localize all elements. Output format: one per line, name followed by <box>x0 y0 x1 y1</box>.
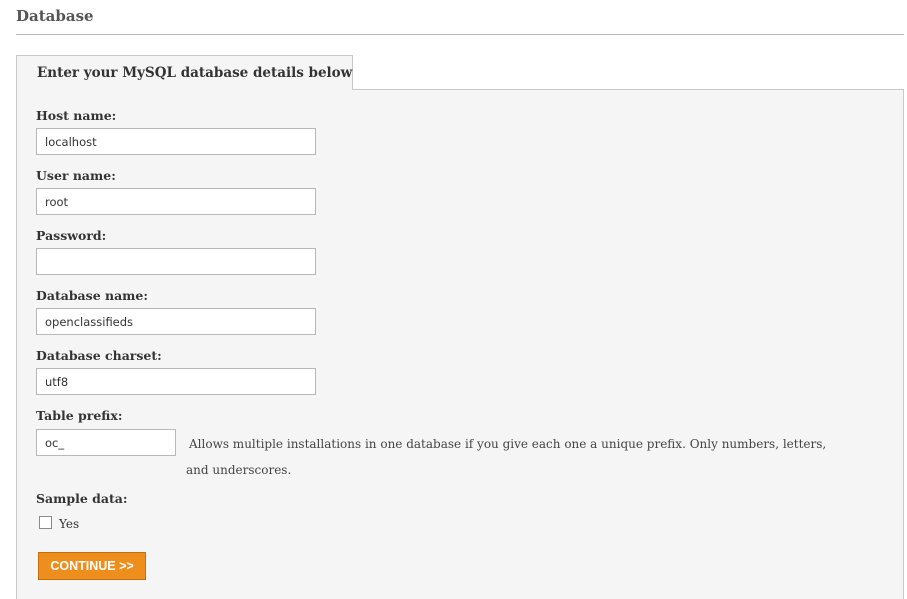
section-title: Database <box>16 7 94 25</box>
table-prefix-help-text: Allows multiple installations in one dat… <box>186 437 827 477</box>
tab-label: Enter your MySQL database details below <box>37 65 353 81</box>
database-form-panel <box>16 89 904 599</box>
database-name-label: Database name: <box>36 288 148 303</box>
sample-data-checkbox-label[interactable]: Yes <box>59 517 79 531</box>
password-input[interactable] <box>36 248 316 275</box>
table-prefix-label: Table prefix: <box>36 408 123 423</box>
continue-button[interactable]: CONTINUE >> <box>38 552 146 580</box>
section-divider <box>16 34 904 35</box>
database-name-input[interactable] <box>36 308 316 335</box>
password-label: Password: <box>36 228 107 243</box>
host-name-input[interactable] <box>36 128 316 155</box>
sample-data-label: Sample data: <box>36 491 128 506</box>
user-name-label: User name: <box>36 168 116 183</box>
host-name-label: Host name: <box>36 108 117 123</box>
database-charset-label: Database charset: <box>36 348 162 363</box>
database-charset-input[interactable] <box>36 368 316 395</box>
user-name-input[interactable] <box>36 188 316 215</box>
sample-data-checkbox[interactable] <box>39 515 52 529</box>
table-prefix-input[interactable] <box>36 429 176 456</box>
tab-database-details: Enter your MySQL database details below <box>16 55 353 90</box>
sample-data-option[interactable]: Yes <box>39 514 79 531</box>
